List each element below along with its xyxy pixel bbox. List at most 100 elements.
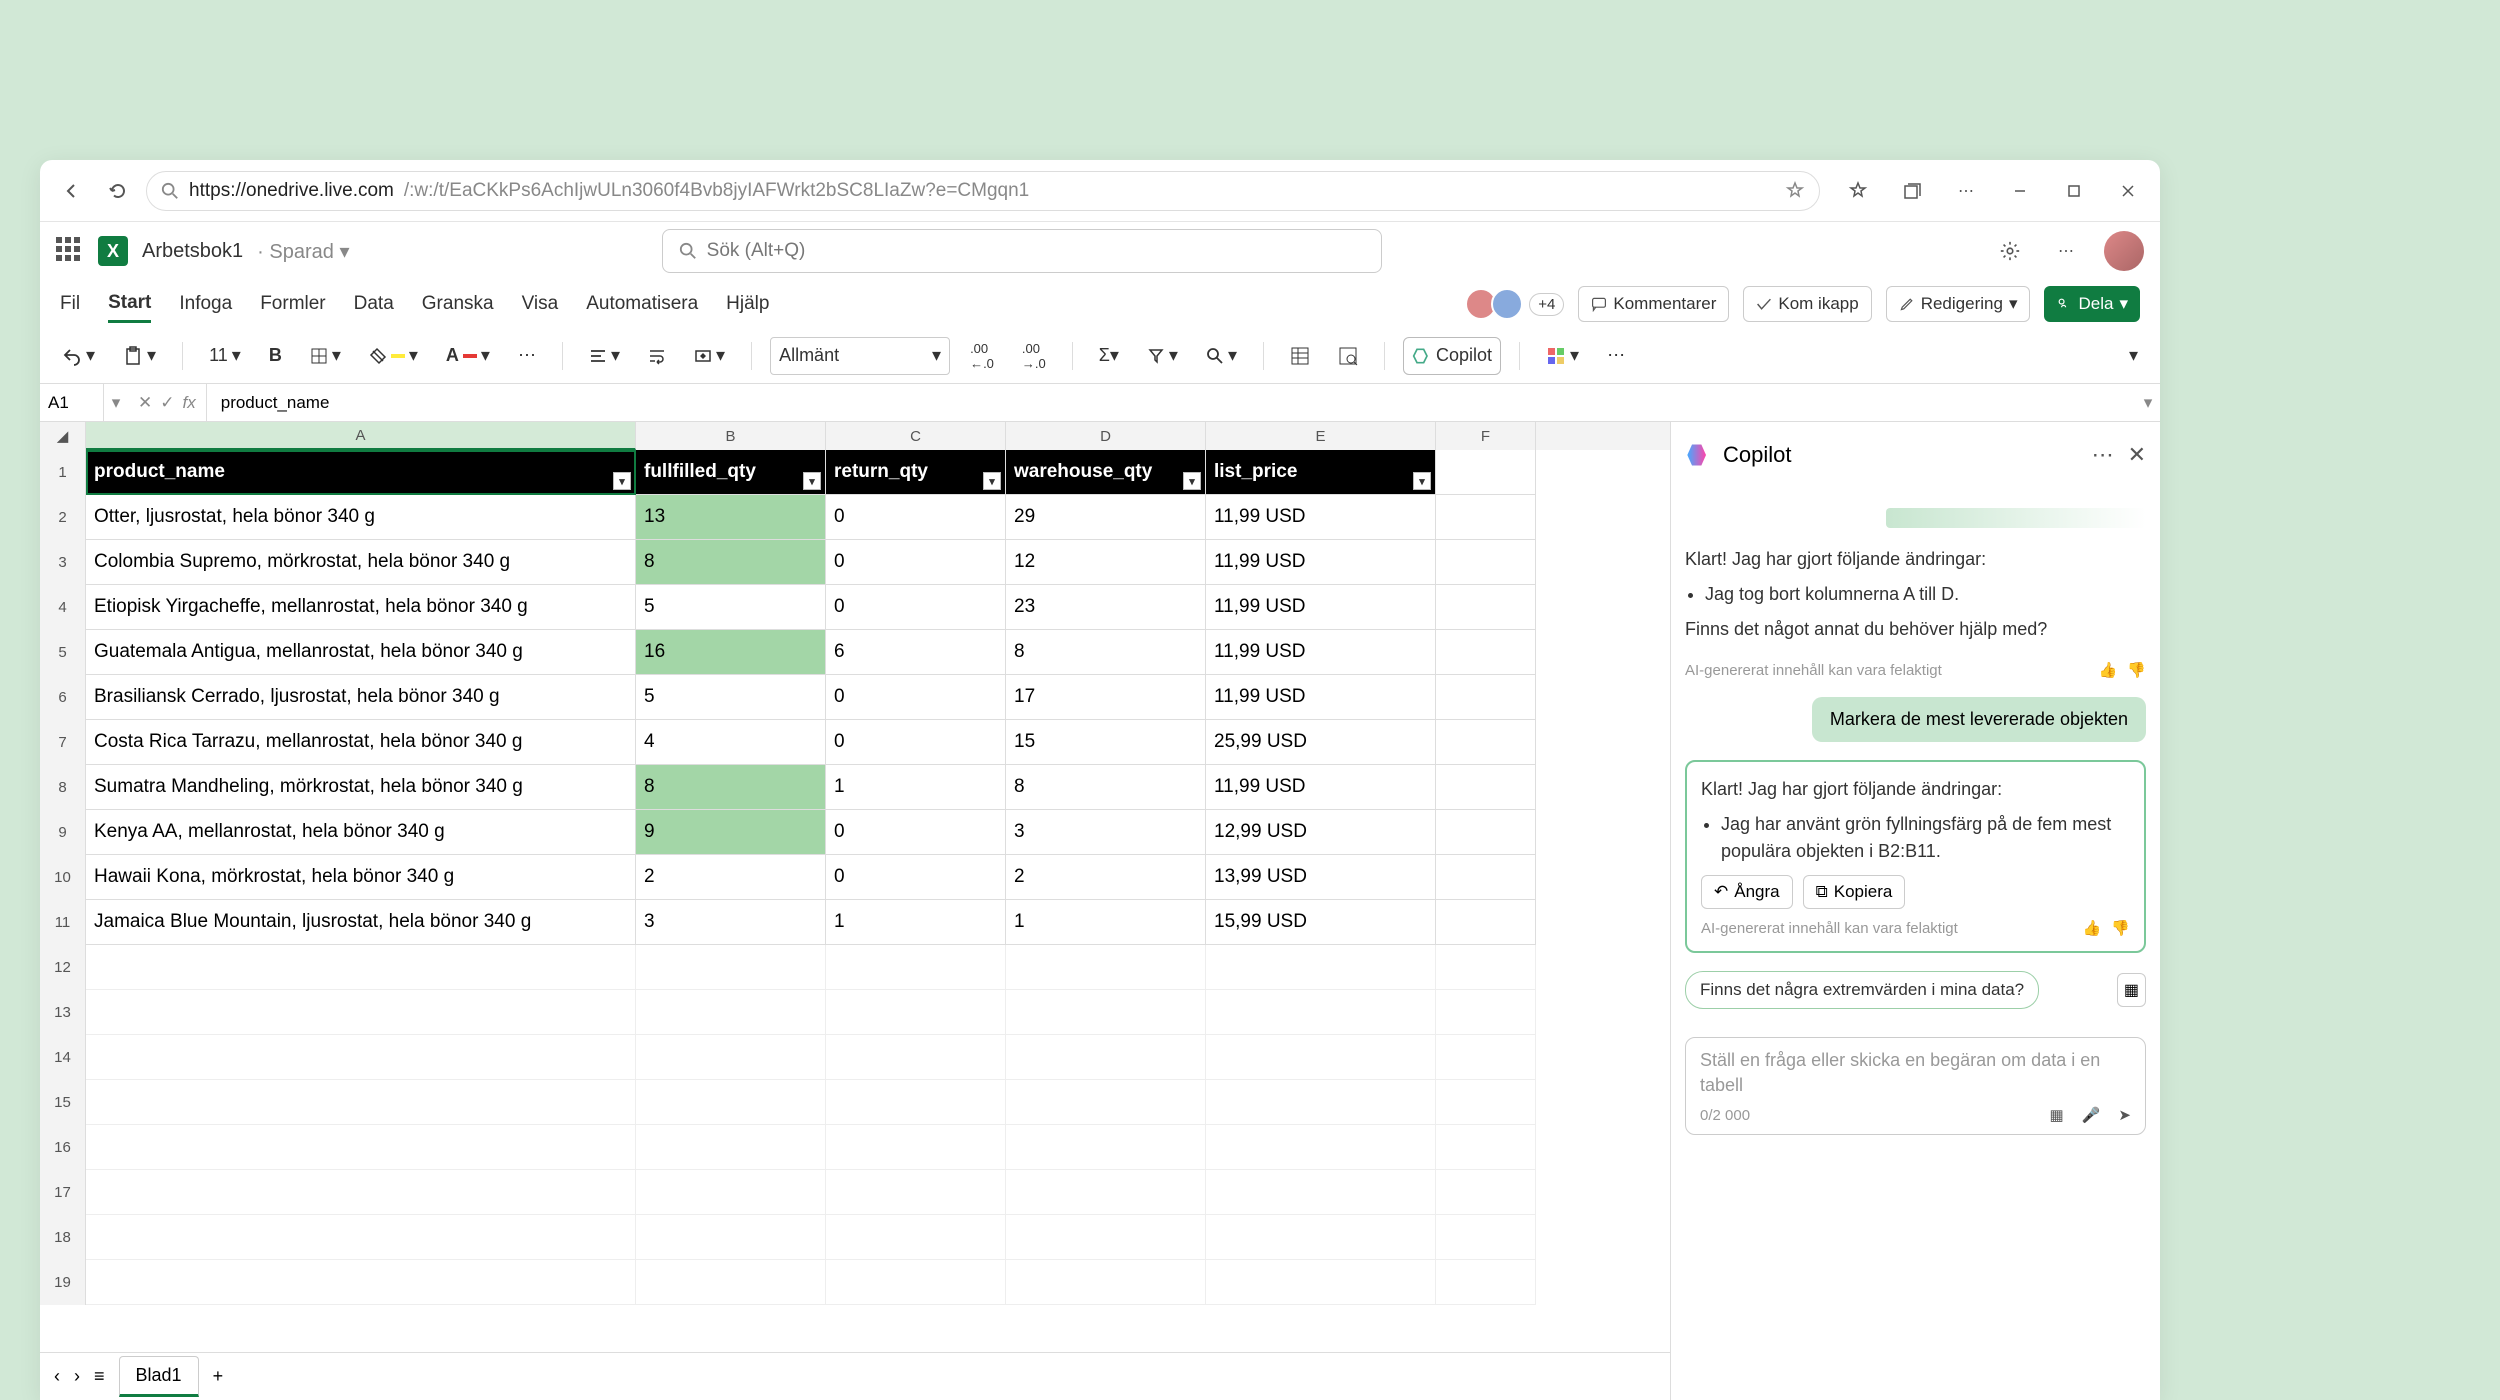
cell[interactable] xyxy=(636,1215,826,1260)
cell[interactable] xyxy=(86,1260,636,1305)
merge-button[interactable]: ▾ xyxy=(686,337,733,375)
cell[interactable] xyxy=(1436,810,1536,855)
cell[interactable] xyxy=(636,1125,826,1170)
cell[interactable]: 15 xyxy=(1006,720,1206,765)
refresh-button[interactable] xyxy=(100,173,136,209)
cell[interactable]: Otter, ljusrostat, hela bönor 340 g xyxy=(86,495,636,540)
cell[interactable]: 0 xyxy=(826,540,1006,585)
minimize-button[interactable] xyxy=(2002,173,2038,209)
fx-icon[interactable]: fx xyxy=(183,393,196,413)
addins-button[interactable]: ▾ xyxy=(1538,337,1587,375)
sheet-tab-blad1[interactable]: Blad1 xyxy=(119,1356,199,1397)
row-header[interactable]: 3 xyxy=(40,540,86,585)
copilot-compose[interactable]: Ställ en fråga eller skicka en begäran o… xyxy=(1685,1037,2146,1135)
more-font-icon[interactable]: ⋯ xyxy=(510,337,544,375)
cell[interactable]: 11,99 USD xyxy=(1206,675,1436,720)
cell[interactable] xyxy=(1206,1125,1436,1170)
cell[interactable] xyxy=(1006,1215,1206,1260)
grid-body[interactable]: 1product_name▾fullfilled_qty▾return_qty▾… xyxy=(40,450,1670,1352)
cell[interactable] xyxy=(86,1035,636,1080)
col-E[interactable]: E xyxy=(1206,422,1436,450)
cell[interactable]: 12 xyxy=(1006,540,1206,585)
row-header[interactable]: 11 xyxy=(40,900,86,945)
favorites-icon[interactable] xyxy=(1840,173,1876,209)
cell[interactable] xyxy=(1206,1035,1436,1080)
cell[interactable]: Guatemala Antigua, mellanrostat, hela bö… xyxy=(86,630,636,675)
cell[interactable]: 11,99 USD xyxy=(1206,765,1436,810)
name-box-dropdown[interactable]: ▾ xyxy=(104,393,128,413)
cell[interactable] xyxy=(1206,1170,1436,1215)
cell[interactable] xyxy=(1436,1170,1536,1215)
cell[interactable]: 0 xyxy=(826,720,1006,765)
table-header[interactable]: product_name▾ xyxy=(86,450,636,495)
row-header[interactable]: 14 xyxy=(40,1035,86,1080)
row-header[interactable]: 17 xyxy=(40,1170,86,1215)
tab-granska[interactable]: Granska xyxy=(422,287,494,321)
star-icon[interactable] xyxy=(1785,181,1805,201)
table-header[interactable]: list_price▾ xyxy=(1206,450,1436,495)
row-header[interactable]: 2 xyxy=(40,495,86,540)
catchup-button[interactable]: Kom ikapp xyxy=(1743,286,1871,322)
cell[interactable] xyxy=(1006,1125,1206,1170)
table-header[interactable]: fullfilled_qty▾ xyxy=(636,450,826,495)
cell[interactable]: 11,99 USD xyxy=(1206,540,1436,585)
cell[interactable]: 0 xyxy=(826,495,1006,540)
cell[interactable] xyxy=(1006,990,1206,1035)
col-C[interactable]: C xyxy=(826,422,1006,450)
doc-name[interactable]: Arbetsbok1 xyxy=(142,240,243,263)
share-button[interactable]: Dela ▾ xyxy=(2044,286,2140,322)
cell[interactable]: Costa Rica Tarrazu, mellanrostat, hela b… xyxy=(86,720,636,765)
decrease-decimal-button[interactable]: .00←.0 xyxy=(962,337,1002,375)
cell[interactable]: 16 xyxy=(636,630,826,675)
cell[interactable]: Kenya AA, mellanrostat, hela bönor 340 g xyxy=(86,810,636,855)
row-header[interactable]: 15 xyxy=(40,1080,86,1125)
row-header[interactable]: 19 xyxy=(40,1260,86,1305)
autosum-button[interactable]: Σ▾ xyxy=(1091,337,1127,375)
cell[interactable] xyxy=(636,1080,826,1125)
col-F[interactable]: F xyxy=(1436,422,1536,450)
cell[interactable]: 8 xyxy=(1006,630,1206,675)
cell[interactable] xyxy=(636,990,826,1035)
cell[interactable] xyxy=(636,1170,826,1215)
cell[interactable]: 11,99 USD xyxy=(1206,495,1436,540)
row-header[interactable]: 5 xyxy=(40,630,86,675)
filter-icon[interactable]: ▾ xyxy=(1413,472,1431,490)
app-launcher-icon[interactable] xyxy=(56,237,84,265)
row-header[interactable]: 1 xyxy=(40,450,86,495)
row-header[interactable]: 7 xyxy=(40,720,86,765)
cell[interactable] xyxy=(826,990,1006,1035)
cell[interactable] xyxy=(1436,945,1536,990)
cell[interactable]: Jamaica Blue Mountain, ljusrostat, hela … xyxy=(86,900,636,945)
filter-icon[interactable]: ▾ xyxy=(803,472,821,490)
settings-icon[interactable] xyxy=(1992,233,2028,269)
maximize-button[interactable] xyxy=(2056,173,2092,209)
cell[interactable]: 5 xyxy=(636,675,826,720)
cell[interactable]: 8 xyxy=(1006,765,1206,810)
cell[interactable]: 12,99 USD xyxy=(1206,810,1436,855)
cell[interactable]: 8 xyxy=(636,540,826,585)
bold-button[interactable]: B xyxy=(261,337,290,375)
formula-input[interactable]: product_name xyxy=(207,393,2136,413)
cell[interactable] xyxy=(1006,1260,1206,1305)
analyze-button[interactable] xyxy=(1330,337,1366,375)
tab-automatisera[interactable]: Automatisera xyxy=(586,287,698,321)
cell[interactable]: 1 xyxy=(826,765,1006,810)
undo-action-button[interactable]: ↶ Ångra xyxy=(1701,875,1793,909)
cell[interactable] xyxy=(1436,900,1536,945)
cancel-formula-icon[interactable]: ✕ xyxy=(138,393,152,413)
cell[interactable]: 23 xyxy=(1006,585,1206,630)
cell[interactable] xyxy=(826,1125,1006,1170)
cell[interactable]: 11,99 USD xyxy=(1206,585,1436,630)
cell[interactable] xyxy=(1436,1125,1536,1170)
cell[interactable] xyxy=(1206,1215,1436,1260)
col-B[interactable]: B xyxy=(636,422,826,450)
cell[interactable]: Brasiliansk Cerrado, ljusrostat, hela bö… xyxy=(86,675,636,720)
presence-avatars[interactable]: +4 xyxy=(1471,288,1564,320)
cell[interactable] xyxy=(1206,990,1436,1035)
cell[interactable] xyxy=(826,1080,1006,1125)
user-avatar[interactable] xyxy=(2104,231,2144,271)
cell[interactable]: 4 xyxy=(636,720,826,765)
increase-decimal-button[interactable]: .00→.0 xyxy=(1014,337,1054,375)
fill-color-button[interactable]: ▾ xyxy=(361,337,426,375)
cell[interactable] xyxy=(1436,1215,1536,1260)
